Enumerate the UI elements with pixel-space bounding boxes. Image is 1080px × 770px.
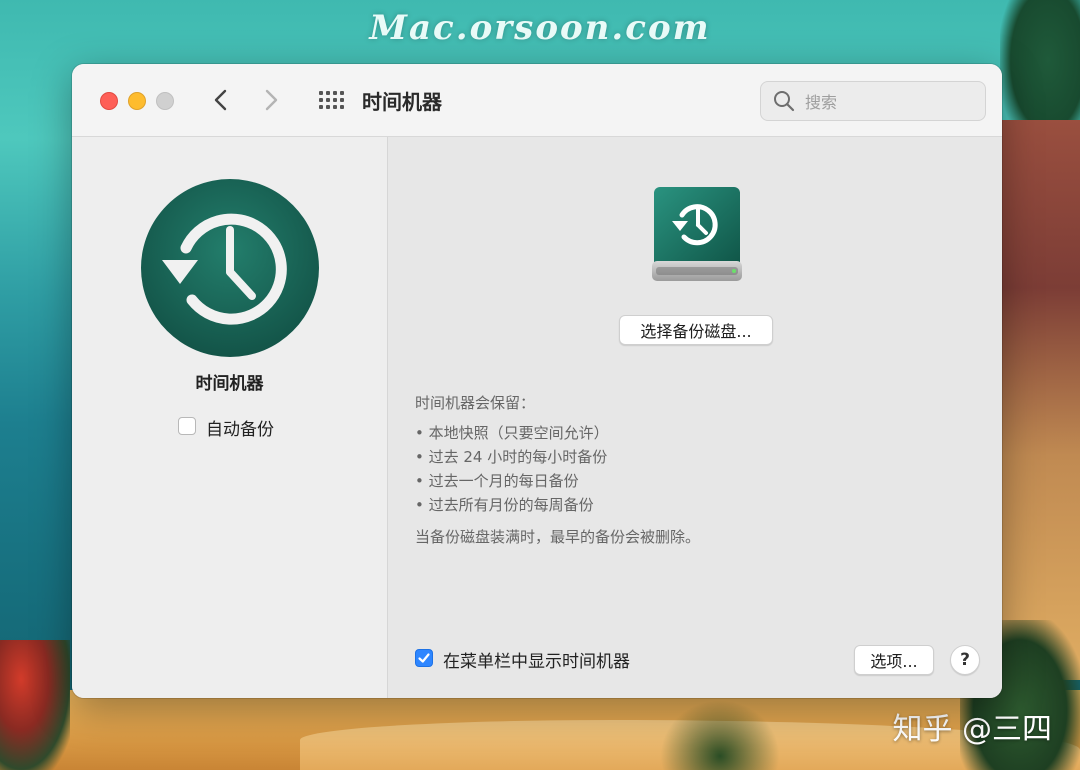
zoom-button[interactable] [156, 92, 174, 110]
chevron-left-icon [214, 89, 227, 111]
show-in-menubar-checkbox[interactable] [415, 649, 433, 667]
sidebar-title: 时间机器 [195, 374, 264, 394]
help-button[interactable]: ? [950, 645, 980, 675]
wallpaper-cliff [1000, 120, 1080, 680]
select-backup-disk-button[interactable]: 选择备份磁盘... [619, 315, 773, 345]
retention-footer: 当备份磁盘装满时，最早的备份会被删除。 [415, 528, 701, 546]
watermark-site: Mac.orsoon.com [369, 8, 711, 48]
options-button[interactable]: 选项... [854, 645, 934, 675]
window-title: 时间机器 [362, 90, 442, 114]
titlebar: 时间机器 [72, 64, 1002, 137]
retention-item: • 过去 24 小时的每小时备份 [415, 448, 608, 466]
main-panel: 选择备份磁盘... 时间机器会保留： • 本地快照（只要空间允许） • 过去 2… [388, 137, 1002, 698]
auto-backup-label[interactable]: 自动备份 [206, 415, 274, 440]
retention-item: • 过去一个月的每日备份 [415, 472, 579, 490]
minimize-button[interactable] [128, 92, 146, 110]
grid-icon [319, 91, 344, 109]
checkmark-icon [418, 653, 430, 663]
sidebar: 时间机器 自动备份 [72, 137, 388, 698]
search-icon [774, 91, 795, 112]
time-machine-icon [141, 179, 319, 357]
chevron-right-icon [265, 89, 278, 111]
show-all-button[interactable] [316, 88, 346, 112]
back-button[interactable] [208, 84, 234, 116]
wallpaper-plant-left [0, 640, 70, 770]
search-field[interactable] [760, 81, 986, 121]
retention-heading: 时间机器会保留： [415, 394, 536, 412]
search-input[interactable] [803, 88, 977, 116]
preferences-window: 时间机器 时间机器 自动备份 [72, 64, 1002, 698]
show-in-menubar-label[interactable]: 在菜单栏中显示时间机器 [443, 647, 630, 672]
close-button[interactable] [100, 92, 118, 110]
backup-disk-icon [652, 187, 742, 281]
wallpaper-grass [660, 700, 780, 770]
retention-info: 时间机器会保留： • 本地快照（只要空间允许） • 过去 24 小时的每小时备份… [415, 391, 975, 549]
watermark-author: 知乎 @三四 [892, 712, 1052, 747]
forward-button[interactable] [258, 84, 284, 116]
retention-item: • 过去所有月份的每周备份 [415, 496, 594, 514]
retention-item: • 本地快照（只要空间允许） [415, 424, 609, 442]
auto-backup-checkbox[interactable] [178, 417, 196, 435]
